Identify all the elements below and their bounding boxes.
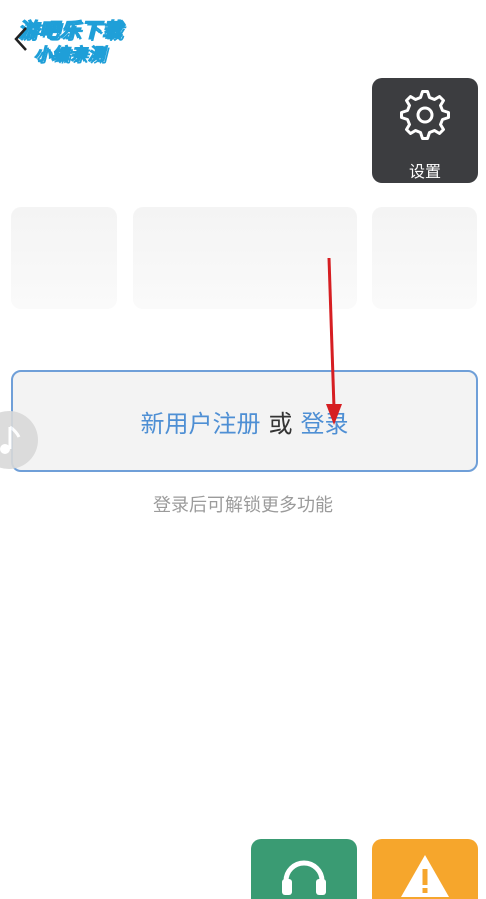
feature-card-1[interactable] — [11, 207, 117, 309]
watermark-line1: 游吧乐下载 — [18, 18, 123, 43]
warning-icon — [401, 855, 449, 897]
unlock-hint: 登录后可解锁更多功能 — [153, 495, 333, 516]
customer-service-button[interactable] — [251, 839, 357, 899]
feedback-button[interactable] — [372, 839, 478, 899]
headset-icon — [282, 860, 326, 895]
register-link[interactable]: 新用户注册 — [141, 404, 261, 439]
watermark-line2: 小编亲测 — [34, 45, 106, 66]
watermark: 游吧乐下载 小编亲测 — [12, 8, 152, 66]
feature-card-2[interactable] — [133, 207, 357, 309]
login-panel: 新用户注册 或 登录 — [11, 370, 478, 472]
back-arrow-icon[interactable] — [10, 24, 32, 54]
music-note-icon — [0, 425, 21, 454]
settings-label: 设置 — [408, 162, 441, 181]
gear-icon — [400, 90, 450, 140]
login-link[interactable]: 登录 — [301, 404, 349, 439]
feature-card-3[interactable] — [372, 207, 477, 309]
or-label: 或 — [268, 409, 293, 438]
